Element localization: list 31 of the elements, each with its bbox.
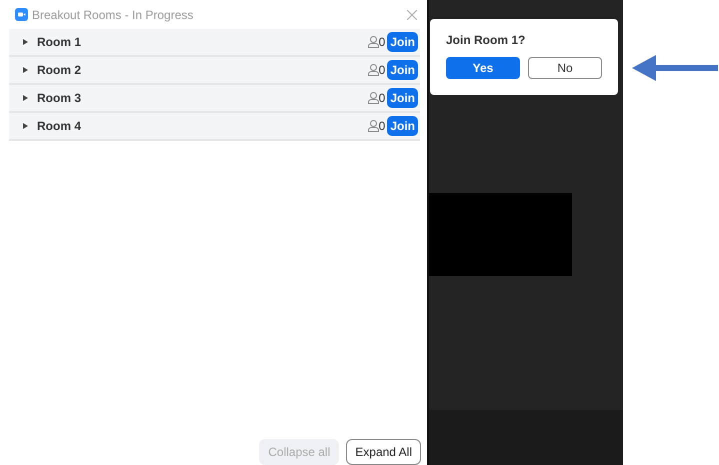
no-button[interactable]: No bbox=[528, 57, 602, 79]
expand-icon[interactable] bbox=[23, 67, 28, 73]
person-icon bbox=[368, 36, 379, 48]
expand-icon[interactable] bbox=[23, 95, 28, 101]
room-row[interactable]: Room 2 0 Join bbox=[9, 57, 420, 85]
room-name: Room 2 bbox=[37, 62, 82, 79]
join-button[interactable]: Join bbox=[387, 60, 418, 80]
join-button[interactable]: Join bbox=[387, 32, 418, 52]
app-logo-icon bbox=[15, 8, 28, 21]
participant-count: 0 bbox=[378, 118, 386, 135]
popup-question: Join Room 1? bbox=[446, 32, 526, 49]
join-button[interactable]: Join bbox=[387, 88, 418, 108]
expand-icon[interactable] bbox=[23, 123, 28, 129]
expand-button[interactable]: Expand All bbox=[346, 439, 421, 465]
room-name: Room 3 bbox=[37, 90, 82, 107]
room-name: Room 1 bbox=[37, 34, 82, 51]
room-name: Room 4 bbox=[37, 118, 82, 135]
window-title: Breakout Rooms - In Progress bbox=[32, 6, 194, 24]
person-icon bbox=[368, 120, 379, 132]
room-row[interactable]: Room 4 0 Join bbox=[9, 113, 420, 141]
person-icon bbox=[368, 92, 379, 104]
yes-button[interactable]: Yes bbox=[446, 57, 520, 79]
participant-count: 0 bbox=[378, 90, 386, 107]
room-row[interactable]: Room 1 0 Join bbox=[9, 29, 420, 57]
join-button[interactable]: Join bbox=[387, 116, 418, 136]
person-icon bbox=[368, 64, 379, 76]
expand-icon[interactable] bbox=[23, 39, 28, 45]
participant-count: 0 bbox=[378, 62, 386, 79]
room-row[interactable]: Room 3 0 Join bbox=[9, 85, 420, 113]
arrow-icon bbox=[632, 54, 718, 82]
participant-count: 0 bbox=[378, 34, 386, 51]
